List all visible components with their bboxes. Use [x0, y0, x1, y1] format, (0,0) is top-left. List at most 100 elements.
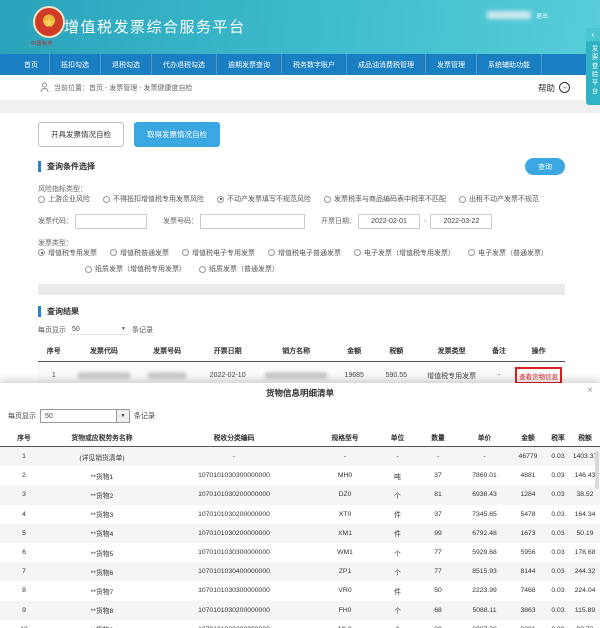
radio-label: 增值税普通发票	[120, 248, 169, 258]
column-header: 开票日期	[196, 342, 259, 362]
per-page-suffix: 条记录	[132, 325, 153, 335]
nav-item-5[interactable]: 逾期发票查询	[216, 54, 281, 75]
cell: 5478	[510, 505, 546, 524]
cell: 1070101030400000000	[156, 562, 312, 581]
radio-option[interactable]: 电子发票（增值税专用发票）	[354, 248, 455, 258]
cell: 7869.01	[459, 466, 510, 485]
table-row: 8**货物71070101030300000000VR0件502223.9974…	[0, 581, 600, 600]
nav-item-4[interactable]: 代办退税勾选	[151, 54, 216, 75]
redacted-invoice-no	[148, 372, 186, 379]
help-arrow-icon[interactable]: →	[559, 82, 570, 93]
cell: 7	[0, 562, 48, 581]
invoice-type-radio-group-row2: 纸质发票（增值税专用发票） 纸质发票（普通发票）	[85, 264, 292, 275]
cell: **货物7	[48, 581, 156, 600]
cell: 0.03	[546, 581, 570, 600]
cell: 个	[378, 620, 417, 628]
invoice-code-input[interactable]	[75, 214, 147, 229]
radio-option[interactable]: 不动产发票填写不规范风险	[217, 194, 311, 204]
radio-option[interactable]: 纸质发票（增值税专用发票）	[85, 264, 186, 274]
location-pin-icon	[40, 82, 49, 93]
modal-per-page-label: 每页显示	[8, 411, 36, 421]
nav-bar: 首页抵扣勾选退税勾选代办退税勾选逾期发票查询税务数字账户成品油消费税管理发票管理…	[0, 54, 600, 75]
radio-option[interactable]: 纸质发票（普通发票）	[199, 264, 279, 274]
username-redacted	[487, 11, 531, 19]
radio-circle-icon	[324, 196, 331, 203]
invoice-no-input[interactable]	[200, 214, 305, 229]
date-range-separator: -	[424, 218, 426, 225]
issued-self-check-button[interactable]: 开具发票情况自检	[38, 122, 124, 147]
obtained-self-check-button[interactable]: 取得发票情况自检	[134, 122, 220, 147]
radio-label: 增值税电子普通发票	[278, 248, 341, 258]
nav-item-7[interactable]: 成品油消费税管理	[346, 54, 425, 75]
radio-option[interactable]: 电子发票（普通发票）	[468, 248, 548, 258]
cell: 件	[378, 524, 417, 543]
nav-item-2[interactable]: 抵扣勾选	[49, 54, 100, 75]
column-header: 销方名称	[259, 342, 333, 362]
cell: 0.03	[546, 543, 570, 562]
cell: (详见销货清单)	[48, 447, 156, 467]
radio-option[interactable]: 上游企业风险	[38, 194, 90, 204]
cell: 6792.48	[459, 524, 510, 543]
cell: 50	[417, 581, 459, 600]
cell: -	[459, 447, 510, 467]
radio-circle-icon	[199, 266, 206, 273]
cell: 115.89	[570, 601, 600, 620]
cell: 8	[0, 581, 48, 600]
logout-link[interactable]: 退出	[536, 11, 548, 20]
radio-option[interactable]: 增值税电子普通发票	[268, 248, 341, 258]
radio-option[interactable]: 出租不动产发票不规范	[459, 194, 539, 204]
cell: -	[378, 447, 417, 467]
cell: 1070101030200000000	[156, 620, 312, 628]
radio-option[interactable]: 增值税普通发票	[110, 248, 169, 258]
column-header: 序号	[0, 428, 48, 447]
invoice-check-side-tab[interactable]: ‹ 发票查验平台	[586, 28, 600, 105]
modal-per-page-select[interactable]: 50 ▼	[40, 409, 130, 423]
close-icon[interactable]: ×	[587, 386, 593, 396]
cell: -	[417, 447, 459, 467]
radio-circle-icon	[110, 249, 117, 256]
column-header: 数量	[417, 428, 459, 447]
radio-option[interactable]: 发票税率与商品编码表中税率不匹配	[324, 194, 446, 204]
cell: ML0	[312, 620, 378, 628]
app-title: 增值税发票综合服务平台	[64, 16, 246, 37]
cell: 1284	[510, 485, 546, 504]
column-header: 备注	[486, 342, 512, 362]
radio-circle-icon	[459, 196, 466, 203]
radio-label: 电子发票（普通发票）	[478, 248, 548, 258]
radio-option[interactable]: 不得抵扣增值税专用发票风险	[103, 194, 204, 204]
cell: 46779	[510, 447, 546, 467]
cell: 1	[0, 447, 48, 467]
cell: 0.03	[546, 447, 570, 467]
cell: 50.19	[570, 524, 600, 543]
nav-item-9[interactable]: 系统辅助功能	[476, 54, 542, 75]
per-page-select[interactable]: 50 ▼	[70, 325, 128, 335]
cell: 2223.99	[459, 581, 510, 600]
nav-item-1[interactable]: 首页	[13, 54, 49, 75]
column-header: 金额	[333, 342, 375, 362]
cell: 5929.68	[459, 543, 510, 562]
column-header: 税额	[375, 342, 417, 362]
cell: 0.03	[546, 620, 570, 628]
per-page-value: 50	[72, 326, 80, 333]
radio-option[interactable]: 增值税专用发票	[38, 248, 97, 258]
cell: 68	[417, 601, 459, 620]
date-to-input[interactable]	[430, 214, 492, 229]
cell: 30	[417, 620, 459, 628]
cell: 77	[417, 543, 459, 562]
risk-type-label: 风险指标类型：	[38, 184, 87, 194]
nav-item-8[interactable]: 发票管理	[425, 54, 476, 75]
invoice-type-radio-group-row1: 增值税专用发票 增值税普通发票 增值税电子专用发票 增值税电子普通发票 电子发票（增值税…	[38, 248, 561, 259]
query-button[interactable]: 查询	[525, 158, 565, 175]
scrollbar-thumb[interactable]	[595, 451, 599, 489]
radio-label: 增值税电子专用发票	[192, 248, 255, 258]
nav-item-3[interactable]: 退税勾选	[100, 54, 151, 75]
cell: 4	[0, 505, 48, 524]
nav-item-6[interactable]: 税务数字账户	[281, 54, 346, 75]
query-results-title: 查询结果	[38, 306, 79, 317]
date-from-input[interactable]	[358, 214, 420, 229]
column-header: 发票号码	[138, 342, 196, 362]
cell: 77	[417, 562, 459, 581]
view-goods-info-link[interactable]: 查看货物信息	[515, 367, 562, 384]
help-link[interactable]: 帮助	[538, 82, 555, 94]
radio-option[interactable]: 增值税电子专用发票	[182, 248, 255, 258]
